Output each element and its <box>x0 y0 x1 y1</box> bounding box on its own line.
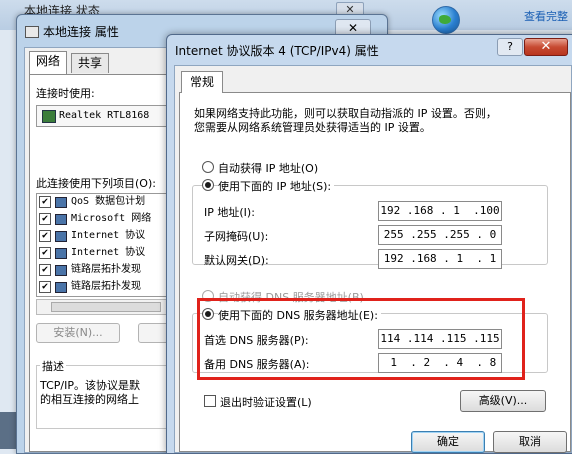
connect-using-label: 连接时使用: <box>36 87 95 100</box>
description-line: TCP/IP。该协议是默 <box>40 379 140 392</box>
component-checkbox[interactable]: ✔ <box>39 230 51 242</box>
component-list: ✔ QoS 数据包计划 ✔ Microsoft 网络 ✔ Internet 协议 ✔ I… <box>36 193 176 297</box>
component-checkbox[interactable]: ✔ <box>39 247 51 259</box>
description-text: TCP/IP。该协议是默 的相互连接的网络上 <box>40 379 140 407</box>
description-title: 描述 <box>40 358 66 374</box>
list-item[interactable]: ✔ 链路层拓扑发现 <box>37 262 175 279</box>
dialog-title: Internet 协议版本 4 (TCP/IPv4) 属性 <box>175 44 379 58</box>
network-globe-icon <box>432 6 460 34</box>
general-tab-panel: 如果网络支持此功能，则可以获取自动指派的 IP 设置。否则， 您需要从网络系统管… <box>179 92 571 452</box>
ok-button[interactable]: 确定 <box>411 431 485 453</box>
component-label: Microsoft 网络 <box>71 213 152 224</box>
component-label: 链路层拓扑发现 <box>71 281 141 292</box>
list-item[interactable]: ✔ 链路层拓扑发现 <box>37 279 175 296</box>
help-button[interactable]: ? <box>497 38 523 56</box>
subnet-mask-field[interactable]: 255 .255 .255 . 0 <box>378 225 502 245</box>
list-item[interactable]: ✔ Internet 协议 <box>37 245 175 262</box>
component-label: QoS 数据包计划 <box>71 196 146 207</box>
component-checkbox[interactable]: ✔ <box>39 281 51 293</box>
component-icon <box>55 214 67 225</box>
component-icon <box>55 265 67 276</box>
properties-title-text: 本地连接 属性 <box>43 25 119 39</box>
description-line: 的相互连接的网络上 <box>40 393 139 406</box>
validate-settings-label[interactable]: 退出时验证设置(L) <box>220 394 312 410</box>
component-icon <box>55 197 67 208</box>
component-icon <box>55 248 67 259</box>
component-label: 链路层拓扑发现 <box>71 264 141 275</box>
tab-general[interactable]: 常规 <box>181 71 224 93</box>
component-label: Internet 协议 <box>71 230 146 241</box>
items-label: 此连接使用下列项目(O): <box>36 177 156 190</box>
install-button[interactable]: 安装(N)... <box>36 323 120 343</box>
tcpip-properties-dialog: Internet 协议版本 4 (TCP/IPv4) 属性 ? ✕ 常规 如果网… <box>166 34 572 454</box>
dialog-client: 常规 如果网络支持此功能，则可以获取自动指派的 IP 设置。否则， 您需要从网络… <box>174 65 572 453</box>
close-button[interactable]: ✕ <box>524 38 568 56</box>
component-icon <box>55 282 67 293</box>
scrollbar-thumb[interactable] <box>51 302 161 312</box>
list-item[interactable]: ✔ Microsoft 网络 <box>37 211 175 228</box>
dns-highlight-box <box>197 298 525 380</box>
properties-title: 本地连接 属性 <box>25 23 119 40</box>
subnet-mask-label: 子网掩码(U): <box>204 230 269 243</box>
ip-address-field[interactable]: 192 .168 . 1 .100 <box>378 201 502 221</box>
intro-text: 如果网络支持此功能，则可以获取自动指派的 IP 设置。否则， 您需要从网络系统管… <box>194 107 497 135</box>
component-checkbox[interactable]: ✔ <box>39 196 51 208</box>
ip-manual-label[interactable]: 使用下面的 IP 地址(S): <box>218 178 335 194</box>
component-checkbox[interactable]: ✔ <box>39 213 51 225</box>
default-gateway-field[interactable]: 192 .168 . 1 . 1 <box>378 249 502 269</box>
ip-auto-label[interactable]: 自动获得 IP 地址(O) <box>218 160 318 176</box>
view-full-map-link[interactable]: 查看完整 <box>524 8 568 24</box>
component-label: Internet 协议 <box>71 247 146 258</box>
ip-auto-radio[interactable] <box>202 161 214 173</box>
advanced-button[interactable]: 高级(V)... <box>460 390 546 412</box>
ip-manual-radio[interactable] <box>202 179 214 191</box>
intro-line: 您需要从网络系统管理员处获得适当的 IP 设置。 <box>194 121 431 134</box>
adapter-field: Realtek RTL8168 <box>36 105 176 127</box>
list-item[interactable]: ✔ Internet 协议 <box>37 228 175 245</box>
default-gateway-label: 默认网关(D): <box>204 254 269 267</box>
intro-line: 如果网络支持此功能，则可以获取自动指派的 IP 设置。否则， <box>194 107 497 120</box>
list-item[interactable]: ✔ QoS 数据包计划 <box>37 194 175 211</box>
component-list-scrollbar[interactable] <box>36 299 176 315</box>
component-checkbox[interactable]: ✔ <box>39 264 51 276</box>
ip-address-label: IP 地址(I): <box>204 206 255 219</box>
cancel-button[interactable]: 取消 <box>493 431 567 453</box>
component-icon <box>55 231 67 242</box>
tab-sharing[interactable]: 共享 <box>71 53 110 73</box>
network-adapter-icon <box>25 26 39 38</box>
tab-network[interactable]: 网络 <box>29 51 68 74</box>
validate-settings-checkbox[interactable] <box>204 395 216 407</box>
